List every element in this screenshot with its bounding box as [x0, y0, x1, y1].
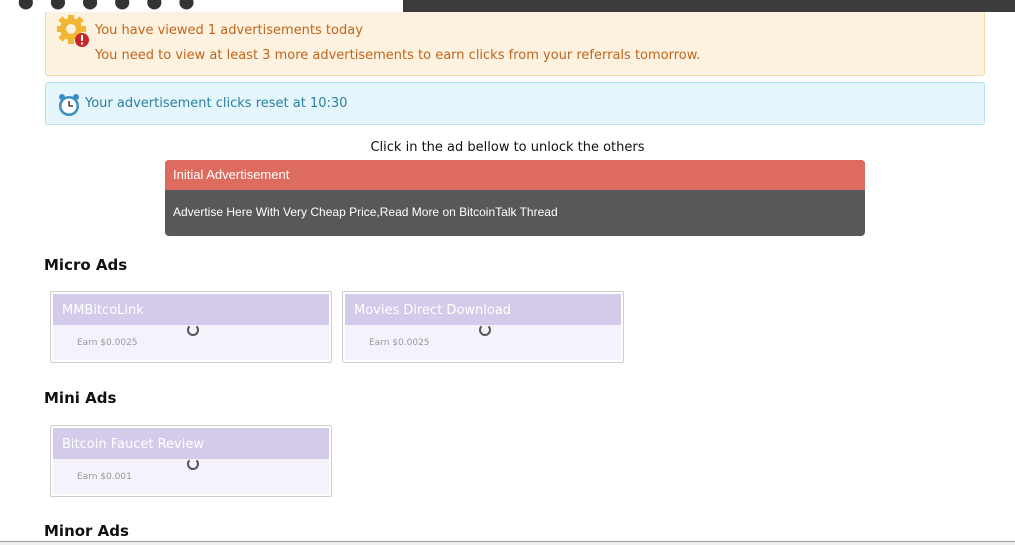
initial-ad-body[interactable]: Advertise Here With Very Cheap Price,Rea… [165, 190, 865, 219]
initial-advertisement[interactable]: Initial Advertisement Advertise Here Wit… [165, 160, 865, 236]
info-alert: Your advertisement clicks reset at 10:30 [45, 82, 985, 125]
loading-spinner-icon [187, 458, 199, 470]
ad-title: MMBitcoLink [62, 303, 144, 318]
initial-ad-title: Initial Advertisement [165, 160, 865, 190]
unlock-instruction: Click in the ad bellow to unlock the oth… [370, 140, 645, 155]
gear-warning-icon [56, 14, 91, 49]
reset-time-text: Your advertisement clicks reset at 10:30 [85, 96, 348, 111]
micro-ad-card[interactable]: Movies Direct Download Earn $0.0025 [342, 291, 624, 363]
minor-ads-heading: Minor Ads [44, 522, 129, 540]
warning-alert: You have viewed 1 advertisements today Y… [45, 12, 985, 76]
mini-ads-heading: Mini Ads [44, 389, 117, 407]
ad-earn: Earn $0.001 [77, 472, 132, 482]
top-nav-dark [403, 0, 1015, 12]
micro-ads-heading: Micro Ads [44, 256, 128, 274]
ad-earn: Earn $0.0025 [369, 338, 430, 348]
requirement-text: You need to view at least 3 more adverti… [95, 48, 701, 63]
window-bottom-edge [0, 541, 1015, 545]
top-nav-icons: ⬤ ⬤ ⬤ ⬤ ⬤ ⬤ [18, 0, 201, 10]
alarm-clock-icon [57, 93, 81, 117]
views-count-text: You have viewed 1 advertisements today [95, 23, 363, 38]
micro-ad-card[interactable]: MMBitcoLink Earn $0.0025 [50, 291, 332, 363]
ad-title: Bitcoin Faucet Review [62, 437, 204, 452]
loading-spinner-icon [187, 324, 199, 336]
ad-title: Movies Direct Download [354, 303, 512, 318]
ad-earn: Earn $0.0025 [77, 338, 138, 348]
loading-spinner-icon [479, 324, 491, 336]
mini-ad-card[interactable]: Bitcoin Faucet Review Earn $0.001 [50, 425, 332, 497]
